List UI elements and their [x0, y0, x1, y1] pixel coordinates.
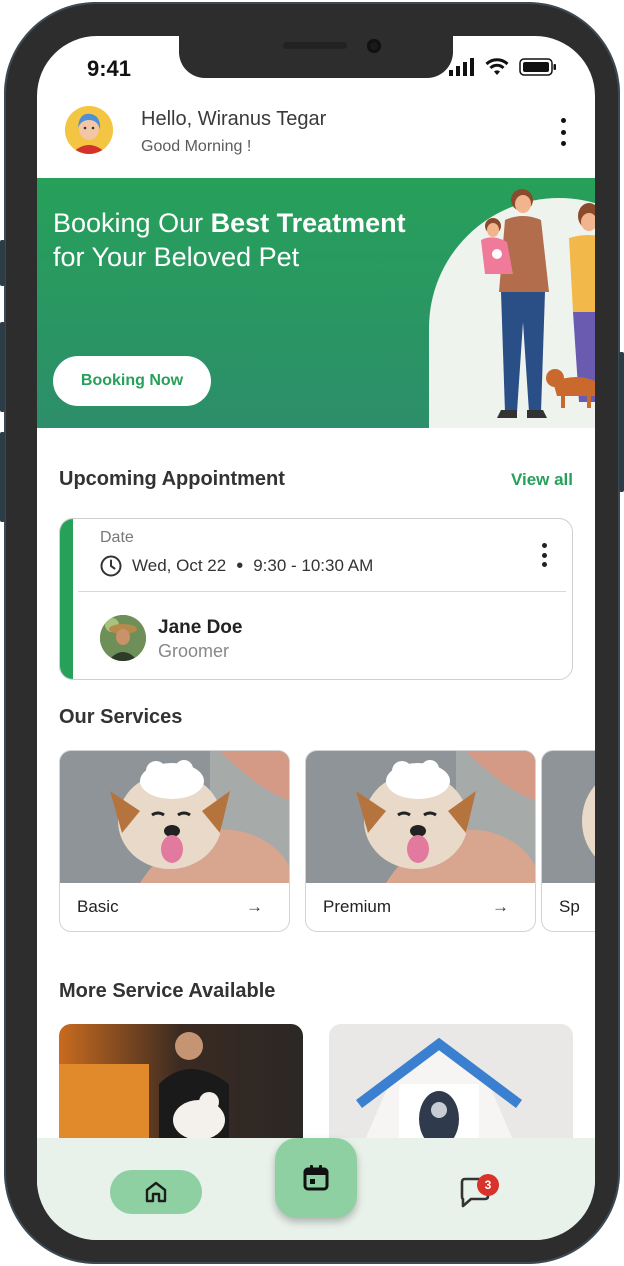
mute-switch: [0, 240, 5, 286]
wifi-icon: [485, 58, 509, 75]
nav-calendar-button[interactable]: [275, 1138, 357, 1218]
header: Hello, Wiranus Tegar Good Morning !: [37, 100, 595, 176]
service-card-premium[interactable]: Premium →: [305, 750, 536, 932]
service-image: [542, 751, 595, 883]
appointment-time: 9:30 - 10:30 AM: [253, 556, 374, 575]
more-vertical-icon[interactable]: [557, 118, 569, 146]
service-card-basic[interactable]: Basic →: [59, 750, 290, 932]
upcoming-appointment-title: Upcoming Appointment: [59, 468, 285, 490]
more-service-card-2[interactable]: [329, 1024, 573, 1154]
banner-title: Booking Our Best Treatment for Your Belo…: [53, 206, 473, 274]
groomer-avatar: [100, 615, 146, 661]
groomer-name: Jane Doe: [158, 617, 243, 638]
calendar-icon: [303, 1165, 329, 1191]
appointment-card[interactable]: Date Wed, Oct 22 • 9:30 - 10:30 AM Jane …: [59, 518, 573, 680]
signal-icon: [449, 58, 474, 76]
more-services-row[interactable]: [59, 1024, 595, 1154]
status-time: 9:41: [87, 56, 132, 81]
greeting-name: Hello, Wiranus Tegar: [141, 108, 327, 130]
service-label: Premium: [323, 897, 392, 916]
booking-now-button[interactable]: Booking Now: [53, 356, 211, 406]
bottom-navigation: 3: [37, 1138, 595, 1240]
clock-icon: [100, 555, 122, 577]
battery-icon: [519, 58, 556, 76]
arrow-right-icon: →: [246, 897, 263, 916]
appointment-divider: [78, 591, 566, 592]
power-button: [619, 352, 624, 492]
our-services-title: Our Services: [59, 706, 183, 728]
separator-dot: •: [236, 555, 244, 577]
family-illustration: [481, 189, 595, 418]
appointment-more-icon[interactable]: [540, 543, 548, 567]
banner-title-start: Booking Our: [53, 208, 211, 238]
appointment-date-label: Date: [100, 529, 134, 546]
service-card-partial[interactable]: Sp: [541, 750, 595, 932]
nav-home-tab[interactable]: [110, 1170, 202, 1214]
services-carousel[interactable]: Basic → Premium → Sp: [59, 750, 595, 934]
volume-down-button: [0, 432, 5, 522]
more-service-card-1[interactable]: [59, 1024, 303, 1154]
more-services-title: More Service Available: [59, 980, 276, 1002]
service-label: Basic: [77, 897, 119, 916]
greeting-subtitle: Good Morning !: [141, 138, 252, 155]
appointment-datetime: Wed, Oct 22 • 9:30 - 10:30 AM: [100, 555, 373, 577]
volume-up-button: [0, 322, 5, 412]
service-image: [60, 751, 289, 883]
groomer-role: Groomer: [158, 641, 230, 661]
notch: [179, 36, 453, 78]
view-all-link[interactable]: View all: [511, 470, 573, 490]
user-avatar[interactable]: [65, 106, 113, 154]
speaker: [283, 42, 347, 49]
banner-title-end: for Your Beloved Pet: [53, 242, 300, 272]
appointment-date: Wed, Oct 22: [132, 556, 227, 575]
chat-notification-badge: 3: [477, 1174, 499, 1196]
camera: [367, 39, 381, 53]
banner-title-bold: Best Treatment: [210, 208, 406, 238]
service-label: Sp: [559, 897, 580, 916]
home-icon: [145, 1181, 167, 1203]
promo-banner: Booking Our Best Treatment for Your Belo…: [37, 178, 595, 428]
phone-frame: 9:41 Hello, Wiranus Tegar Good Morning !…: [0, 2, 624, 1264]
arrow-right-icon: →: [492, 897, 509, 916]
appointment-accent-bar: [60, 519, 73, 679]
service-image: [306, 751, 535, 883]
app-screen: 9:41 Hello, Wiranus Tegar Good Morning !…: [37, 36, 595, 1240]
status-icons: [449, 58, 557, 76]
